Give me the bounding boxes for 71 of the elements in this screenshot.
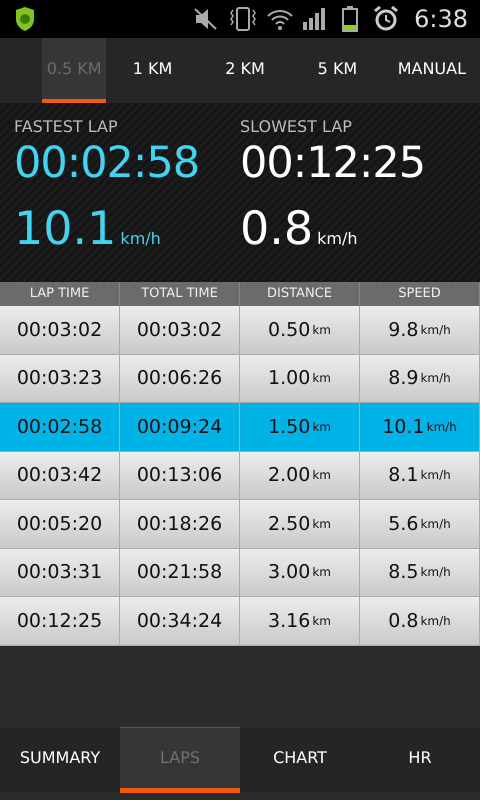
speed-unit: km/h [426,418,457,436]
battery-icon [342,6,358,32]
speed-unit: km/h [420,612,451,630]
bottom-tab[interactable]: HR [360,727,480,793]
distance-value: 3.00 [268,560,310,585]
wifi-icon [266,8,294,30]
distance-value: 2.00 [268,463,310,488]
speed-value: 8.1 [388,463,418,488]
table-cell: 00:03:02 [120,306,240,354]
table-cell: 00:34:24 [120,597,240,644]
table-row[interactable]: 00:03:31 00:21:58 3.00 km 8.5 km/h [0,548,480,597]
table-row[interactable]: 00:03:02 00:03:02 0.50 km 9.8 km/h [0,306,480,354]
distance-value: 0.50 [268,318,310,342]
interval-tab[interactable]: 2 KM [198,38,292,103]
table-cell: 00:18:26 [120,500,240,548]
distance-unit: km [312,612,331,630]
distance-unit: km [312,370,331,388]
speed-value: 0.8 [388,608,418,634]
speed-value: 10.1 [14,201,116,255]
table-cell: 00:09:24 [120,403,240,450]
table-cell: 00:12:25 [0,597,120,644]
lap-time-value: 00:12:25 [240,137,426,189]
speed-unit: km/h [317,228,358,250]
speed-value: 5.6 [388,512,418,536]
speed-value: 8.5 [388,560,418,585]
distance-unit: km [312,564,331,582]
table-row[interactable]: 00:03:42 00:13:06 2.00 km 8.1 km/h [0,452,480,500]
fastest-lap-label: FASTEST LAP [14,117,119,137]
table-cell: 00:13:06 [120,452,240,499]
speed-value: 9.8 [388,318,418,342]
shield-icon [14,7,36,31]
distance-unit: km [312,516,331,533]
interval-tab[interactable]: 1 KM [106,38,199,103]
speed-unit: km/h [420,467,451,484]
bottom-tab[interactable]: SUMMARY [0,727,120,793]
table-cell: 00:21:58 [120,548,240,596]
distance-unit: km [312,467,331,484]
interval-tab[interactable]: MANUAL [384,38,480,103]
distance-value: 2.50 [268,512,310,536]
table-cell: 00:03:42 [0,452,120,499]
distance-value: 3.16 [268,608,310,634]
table-row[interactable]: 00:05:20 00:18:26 2.50 km 5.6 km/h [0,500,480,548]
distance-value: 1.50 [268,414,310,440]
table-cell: 00:03:23 [0,354,120,402]
table-cell: 00:05:20 [0,500,120,548]
vibrate-icon [228,7,258,31]
table-cell: 00:03:02 [0,306,120,354]
speed-unit: km/h [420,370,451,388]
speed-unit: km/h [420,322,451,339]
bottom-tab[interactable]: CHART [240,727,360,793]
alarm-icon [374,6,398,32]
speed-value: 0.8 [240,201,314,255]
speed-value: 8.9 [388,366,418,391]
clock-time: 6:38 [414,4,468,35]
distance-unit: km [312,418,331,436]
table-cell: 00:02:58 [0,403,120,450]
speed-unit: km/h [420,564,451,582]
lap-time-value: 00:02:58 [14,137,200,189]
table-cell: 00:03:31 [0,548,120,596]
signal-icon [302,8,326,30]
table-row[interactable]: 00:03:23 00:06:26 1.00 km 8.9 km/h [0,354,480,403]
distance-value: 1.00 [268,366,310,391]
table-cell: 00:06:26 [120,354,240,402]
slowest-lap-label: SLOWEST LAP [240,117,353,137]
table-row[interactable]: 00:02:58 00:09:24 1.50 km 10.1 km/h [0,403,480,452]
speed-value: 10.1 [382,414,424,440]
distance-unit: km [312,322,331,339]
table-row[interactable]: 00:12:25 00:34:24 3.16 km 0.8 km/h [0,597,480,646]
interval-tab[interactable]: 5 KM [291,38,384,103]
speed-unit: km/h [420,516,451,533]
speed-unit: km/h [120,228,161,250]
